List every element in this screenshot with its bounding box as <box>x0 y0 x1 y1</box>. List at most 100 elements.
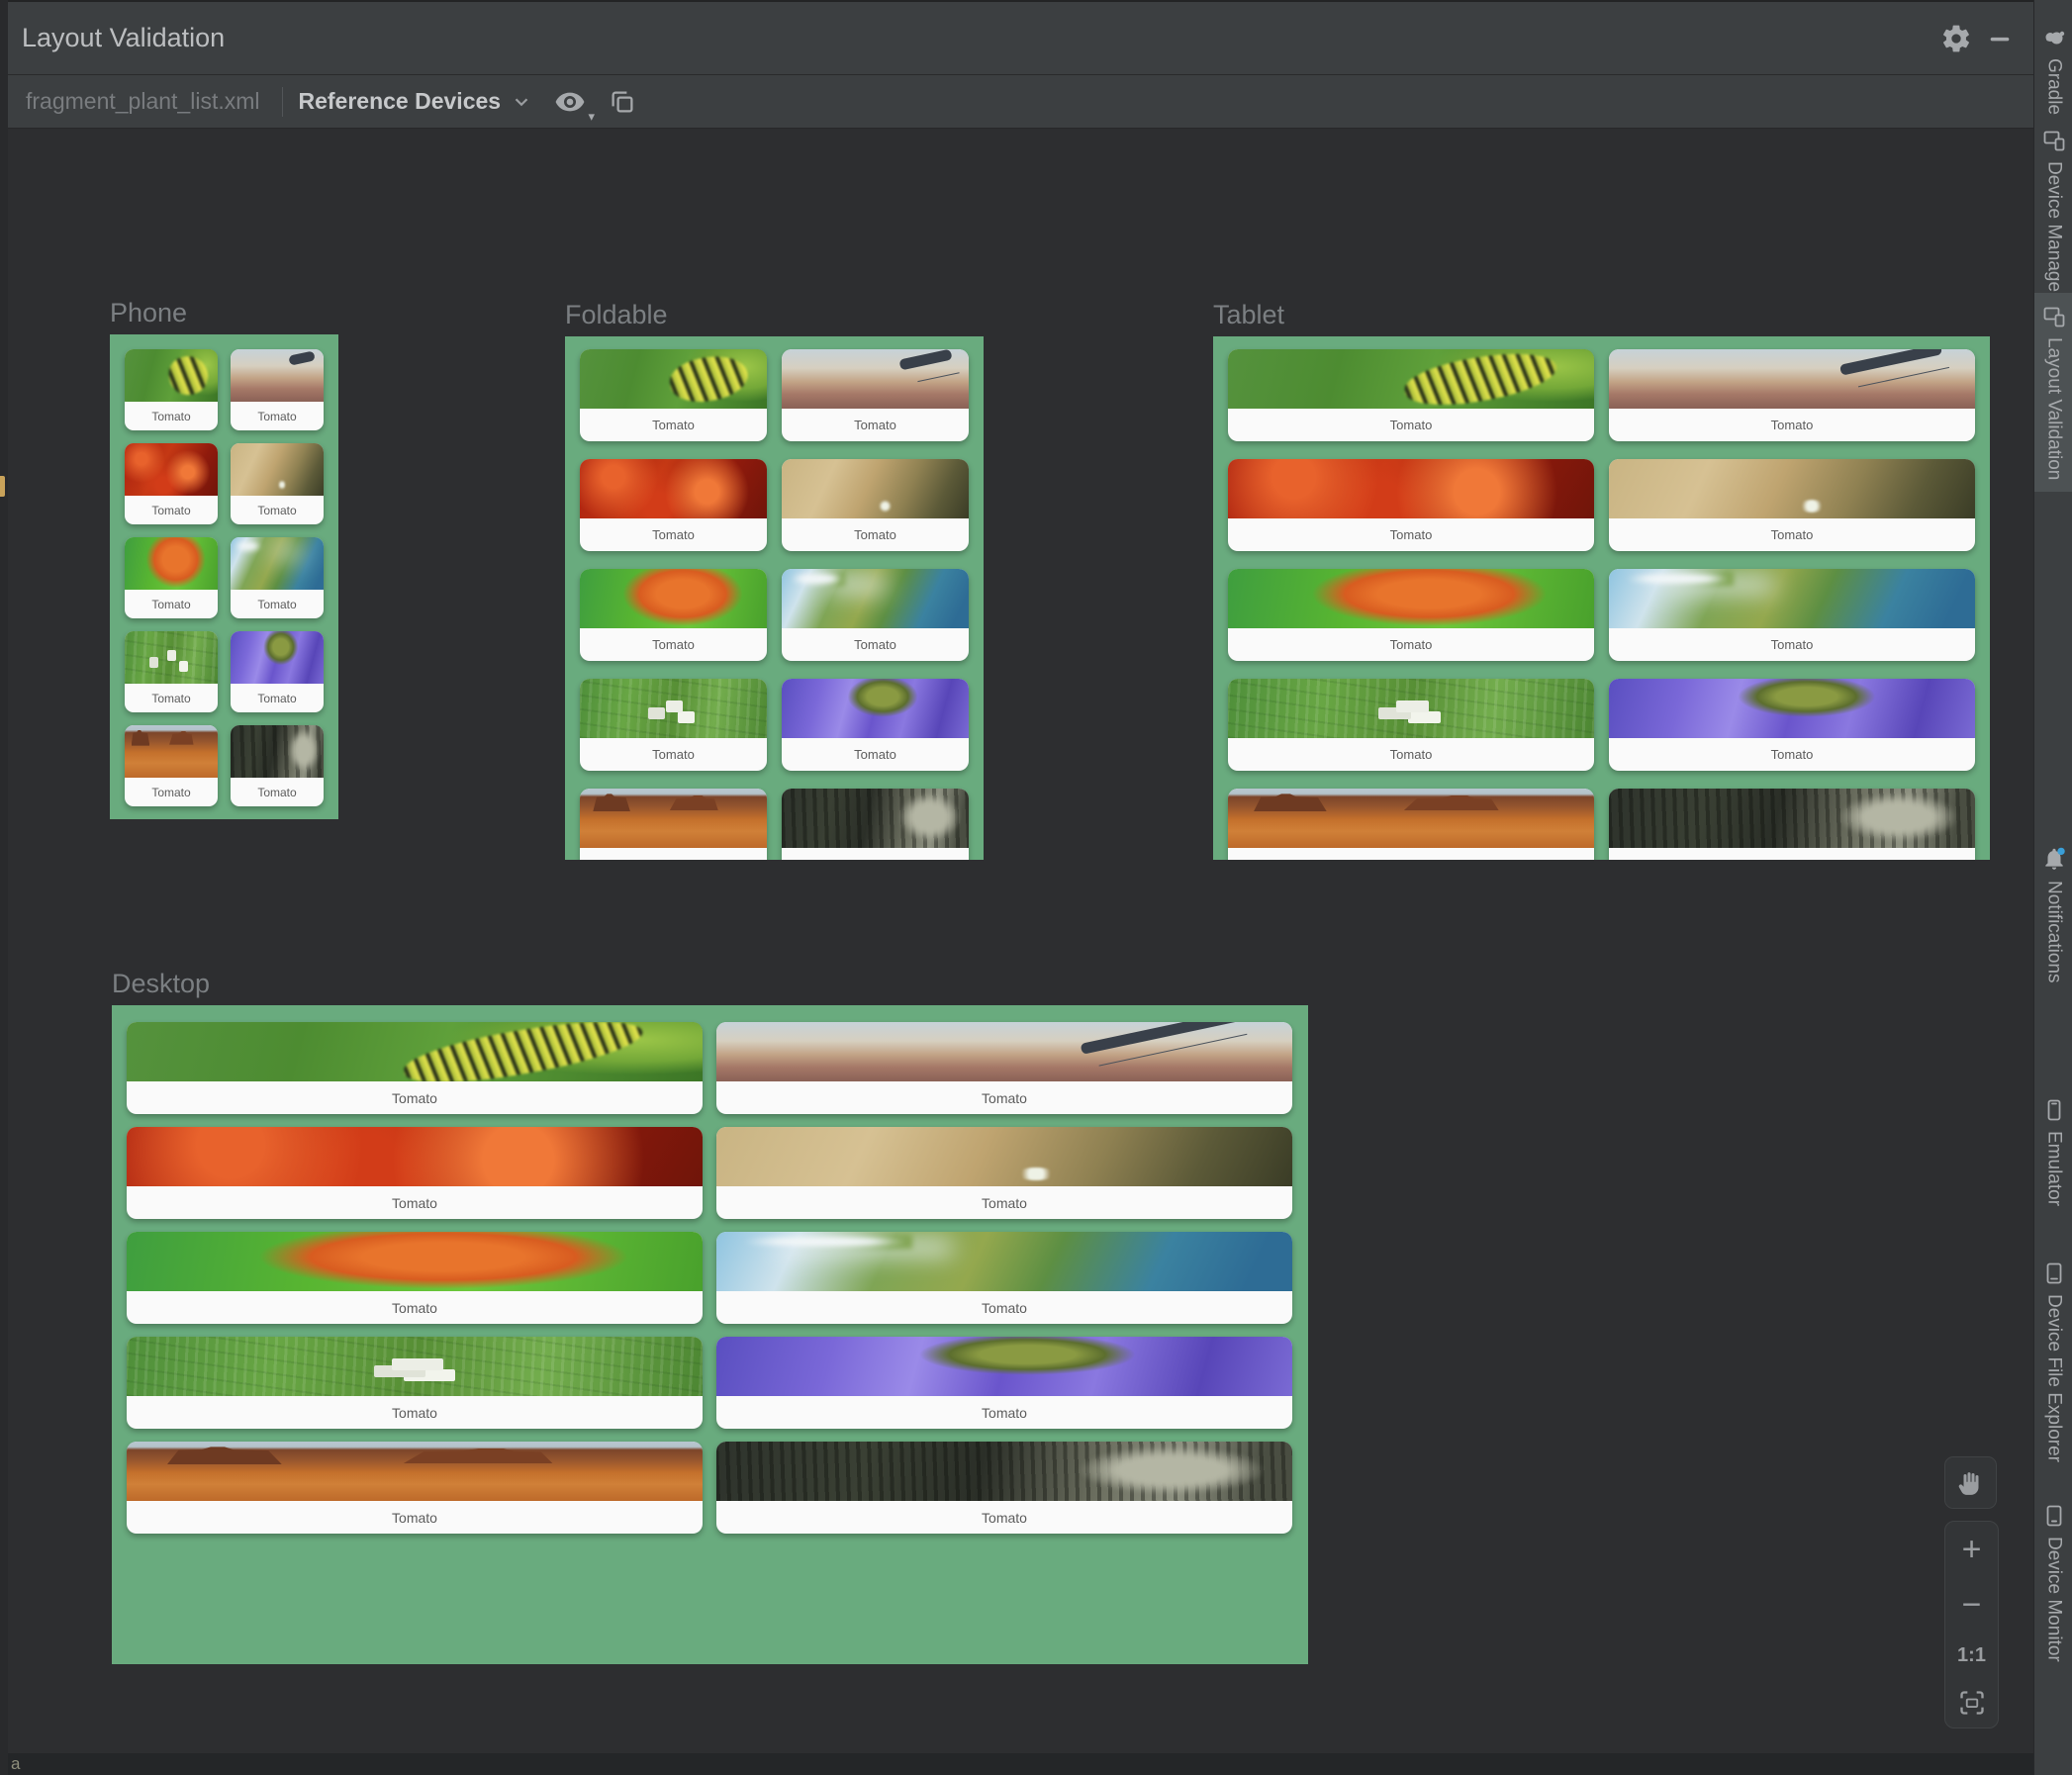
caterpillar-image <box>1228 349 1594 409</box>
orangemaple-image <box>127 1232 703 1291</box>
coast-image <box>782 569 969 628</box>
zoom-out-button[interactable]: − <box>1945 1588 1998 1622</box>
sidebar-item-layout-validation[interactable]: Layout Validation <box>2034 293 2072 493</box>
notification-dot <box>2056 847 2065 856</box>
eye-icon <box>555 92 585 111</box>
plant-card-label: Tomato <box>151 597 191 611</box>
preview-title: Tablet <box>1213 300 1285 329</box>
preview-title: Phone <box>110 298 188 327</box>
plant-card: Tomato <box>1228 459 1594 551</box>
plant-card: Tomato <box>231 443 324 524</box>
preview-title: Desktop <box>112 969 211 998</box>
zoom-actual-size-button[interactable]: 1:1 <box>1945 1644 1998 1667</box>
sidebar-item-emulator[interactable]: Emulator <box>2034 1098 2072 1206</box>
plant-card: Tomato <box>125 537 218 618</box>
device-mode-label: Reference Devices <box>298 88 502 114</box>
sidebar-item-device-file-explorer[interactable]: Device File Explorer <box>2034 1261 2072 1462</box>
farm-image <box>580 679 767 738</box>
minimize-button[interactable] <box>1978 17 2022 60</box>
city-image <box>782 349 969 409</box>
visibility-options-button[interactable]: ▾ <box>554 86 595 124</box>
city-image <box>1609 349 1975 409</box>
minus-icon <box>1990 37 2010 41</box>
plant-card-label: Tomato <box>257 691 297 705</box>
emulator-icon <box>2047 1099 2060 1121</box>
preview-phone[interactable]: Phone Tomato Tomato Tomato Tomato Tomato Toma… <box>110 299 338 819</box>
purple-image <box>782 679 969 738</box>
orangemaple-image <box>125 537 218 590</box>
plant-card-label: Tomato <box>1770 747 1814 762</box>
plant-card: Tomato <box>716 1127 1292 1219</box>
plant-card: Tomato <box>125 443 218 524</box>
plant-card: Tomato <box>127 1022 703 1114</box>
redmaple-image <box>580 459 767 518</box>
plant-card-label: Tomato <box>982 1299 1027 1316</box>
plant-card: Tomato <box>125 349 218 430</box>
toolbar-separator <box>281 86 283 117</box>
coast-image <box>716 1232 1292 1291</box>
plant-card: Tomato <box>1609 679 1975 771</box>
preview-foldable[interactable]: Foldable Tomato Tomato Tomato Tomato Tomato T… <box>565 301 984 860</box>
pan-button[interactable] <box>1944 1456 1997 1509</box>
device-frame-tablet: Tomato Tomato Tomato Tomato Tomato Tomato Toma… <box>1213 336 1990 860</box>
plant-card: Tomato <box>782 349 969 441</box>
plant-card-label: Tomato <box>151 691 191 705</box>
preview-desktop[interactable]: Desktop Tomato Tomato Tomato Tomato Tomato To… <box>112 970 1308 1664</box>
plant-card-label: Tomato <box>652 527 695 542</box>
sidebar-item-device-manager[interactable]: Device Manager <box>2034 129 2072 298</box>
preview-tablet[interactable]: Tablet Tomato Tomato Tomato Tomato Tomato Tom… <box>1213 301 1990 860</box>
copy-image-button[interactable] <box>608 87 637 117</box>
plant-card-label: Tomato <box>854 418 896 432</box>
purple-image <box>231 631 324 684</box>
plant-card: Tomato <box>782 459 969 551</box>
plant-card-label: Tomato <box>782 848 969 860</box>
tool-window-titlebar: Layout Validation <box>8 0 2033 75</box>
device-manager-icon <box>2043 131 2064 151</box>
plant-card: Tomato <box>1609 459 1975 551</box>
plant-card: Tomato <box>1609 349 1975 441</box>
plant-card: Tomato <box>580 789 767 860</box>
coast-image <box>231 537 324 590</box>
plant-card: Tomato <box>127 1127 703 1219</box>
plant-card: Tomato <box>231 537 324 618</box>
redmaple-image <box>127 1127 703 1186</box>
plant-card: Tomato <box>1609 569 1975 661</box>
caterpillar-image <box>580 349 767 409</box>
layout-validation-icon <box>2043 307 2064 327</box>
plant-card-label: Tomato <box>257 503 297 517</box>
device-frame-phone: Tomato Tomato Tomato Tomato Tomato Tomato Toma… <box>110 334 338 819</box>
plant-card-label: Tomato <box>257 409 297 423</box>
redmaple-image <box>1228 459 1594 518</box>
plant-card: Tomato <box>716 1232 1292 1324</box>
plant-card: Tomato <box>127 1232 703 1324</box>
device-frame-foldable: Tomato Tomato Tomato Tomato Tomato Tomato Toma… <box>565 336 984 860</box>
plant-card: Tomato <box>231 631 324 712</box>
plant-card: Tomato <box>231 725 324 806</box>
window-title: Layout Validation <box>22 23 226 52</box>
wood-image <box>1609 459 1975 518</box>
zoom-in-button[interactable]: + <box>1945 1533 1998 1566</box>
device-mode-dropdown[interactable]: Reference Devices <box>299 88 533 115</box>
device-file-explorer-icon <box>2046 1262 2061 1284</box>
plant-card: Tomato <box>716 1337 1292 1429</box>
layout-validation-toolbar: fragment_plant_list.xml Reference Device… <box>8 75 2033 129</box>
zoom-controls: + − 1:1 <box>1944 1521 1999 1728</box>
pan-hand-icon <box>1958 1471 1978 1495</box>
plant-card-label: Tomato <box>1389 418 1433 432</box>
plant-card-label: Tomato <box>580 848 767 860</box>
sidebar-item-device-monitor[interactable]: Device Monitor <box>2034 1504 2072 1662</box>
plant-card-label: Tomato <box>1389 747 1433 762</box>
caterpillar-image <box>127 1022 703 1081</box>
zoom-to-fit-button[interactable] <box>1945 1689 1998 1717</box>
sidebar-item-gradle[interactable]: Gradle <box>2034 26 2072 115</box>
plant-card-label: Tomato <box>854 747 896 762</box>
plant-card: Tomato <box>1228 679 1594 771</box>
sidebar-item-notifications[interactable]: Notifications <box>2034 846 2072 983</box>
plant-card: Tomato <box>127 1337 703 1429</box>
plant-card-label: Tomato <box>982 1089 1027 1106</box>
file-tab[interactable]: fragment_plant_list.xml <box>26 88 260 115</box>
orangemaple-image <box>1228 569 1594 628</box>
wood-image <box>716 1127 1292 1186</box>
tool-window-strip: Gradle Device Manager Layout Validation … <box>2033 0 2072 1775</box>
settings-button[interactable] <box>1934 17 1978 60</box>
